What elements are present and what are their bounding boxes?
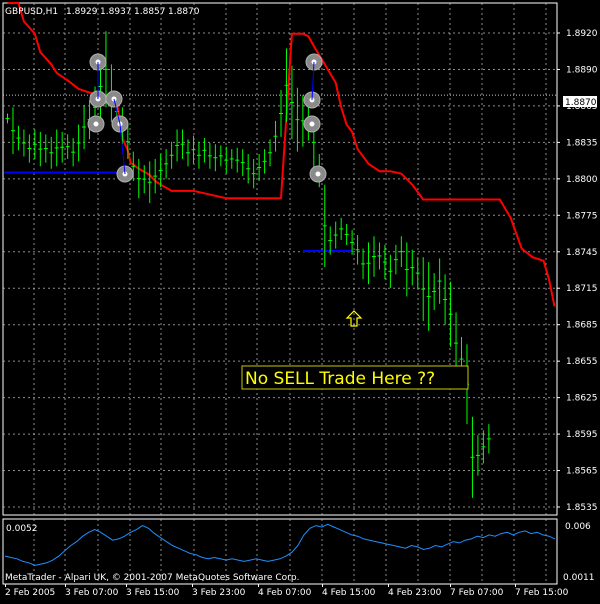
trailing-stop-layer (7, 2, 556, 307)
sell-annotation: No SELL Trade Here ?? (241, 310, 469, 390)
y-tick-label: 1.8800 (566, 175, 598, 185)
annotation-text: No SELL Trade Here ?? (245, 369, 435, 389)
y-tick-label: 1.8835 (566, 138, 598, 148)
signal-marker-icon (309, 165, 327, 183)
indicator-value: 0.0052 (6, 524, 38, 534)
current-price-label: 1.8870 (565, 98, 597, 108)
y-tick-label: 1.8715 (566, 284, 598, 294)
header-open: 1.8929 (66, 7, 98, 17)
indicator-scale-min: 0.0011 (563, 573, 595, 583)
header-symbol: GBPUSD,H1 (5, 7, 58, 17)
trailing-stop-line (7, 2, 556, 307)
x-tick-label: 4 Feb 15:00 (322, 588, 376, 598)
price-bars-layer (5, 31, 491, 498)
signal-marker-dot (315, 171, 321, 177)
y-tick-label: 1.8685 (566, 321, 598, 331)
y-tick-label: 1.8920 (566, 29, 598, 39)
x-tick-label: 7 Feb 15:00 (515, 588, 569, 598)
header-low: 1.8857 (134, 7, 166, 17)
x-tick-label: 4 Feb 23:00 (388, 588, 442, 598)
signal-marker-icon (303, 115, 321, 133)
y-tick-label: 1.8890 (566, 65, 598, 75)
header-high: 1.8937 (100, 7, 132, 17)
y-tick-label: 1.8595 (566, 430, 598, 440)
main-panel-frame (2, 2, 558, 516)
y-tick-label: 1.8655 (566, 357, 598, 367)
y-tick-label: 1.8775 (566, 211, 598, 221)
signal-marker-dot (93, 121, 99, 127)
price-chart: 1.89201.88901.88651.88351.88001.87751.87… (2, 2, 598, 598)
grid-layer (2, 2, 558, 585)
x-tick-label: 7 Feb 07:00 (450, 588, 504, 598)
x-tick-label: 4 Feb 07:00 (258, 588, 312, 598)
axis-layer: 1.89201.88901.88651.88351.88001.87751.87… (5, 29, 598, 598)
signal-marker-dot (309, 121, 315, 127)
x-tick-label: 3 Feb 23:00 (192, 588, 246, 598)
x-tick-label: 3 Feb 15:00 (126, 588, 180, 598)
indicator-line (4, 523, 556, 566)
x-tick-label: 3 Feb 07:00 (65, 588, 119, 598)
mt4-chart-window: 1.89201.88901.88651.88351.88001.87751.87… (0, 0, 600, 600)
y-tick-label: 1.8565 (566, 467, 598, 477)
y-tick-label: 1.8535 (566, 503, 598, 513)
copyright-text: MetaTrader - Alpari UK, © 2001-2007 Meta… (5, 573, 299, 583)
y-tick-label: 1.8625 (566, 394, 598, 404)
signal-marker-icon (87, 115, 105, 133)
header-close: 1.8870 (168, 7, 200, 17)
level-lines-layer (4, 171, 353, 253)
x-tick-label: 2 Feb 2005 (5, 588, 55, 598)
y-tick-label: 1.8745 (566, 248, 598, 258)
indicator-scale-max: 0.006 (565, 522, 591, 532)
indicator-layer (4, 523, 556, 566)
